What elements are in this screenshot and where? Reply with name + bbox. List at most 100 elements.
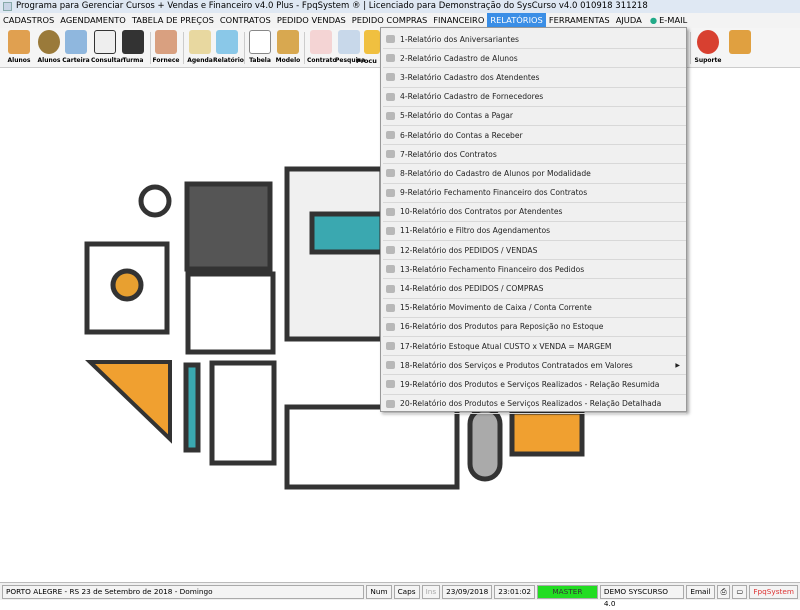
envelope [509, 409, 585, 457]
menu-item[interactable]: 17-Relatório Estoque Atual CUSTO x VENDA… [383, 337, 686, 357]
toolbar-agenda[interactable]: Agenda [186, 30, 214, 64]
printer-icon [386, 150, 395, 159]
document-icon [249, 30, 271, 54]
toolbar-suporte[interactable]: Suporte [694, 30, 722, 64]
status-user: MASTER [537, 584, 598, 599]
clock-icon [138, 184, 172, 218]
menu-item[interactable]: 12-Relatório dos PEDIDOS / VENDAS [383, 241, 686, 261]
menu-cadastros[interactable]: CADASTROS [0, 13, 57, 28]
title-bar: Programa para Gerenciar Cursos + Vendas … [0, 0, 800, 13]
menu-ajuda[interactable]: AJUDA [613, 13, 645, 28]
email-icon: ● [649, 15, 658, 25]
menu-relatorios[interactable]: RELATÓRIOS [487, 13, 546, 28]
printer-icon [386, 73, 395, 82]
status-location: PORTO ALEGRE - RS 23 de Setembro de 2018… [2, 584, 365, 599]
toolbar-exit[interactable] [726, 30, 754, 57]
printer-icon [216, 30, 238, 54]
toolbar-contrato[interactable]: Contrato [307, 30, 337, 64]
status-ins: Ins [421, 584, 441, 599]
toolbar-alunos-financeiro[interactable]: Alunos [35, 30, 63, 64]
folder-icon [364, 30, 380, 54]
exit-door-icon [729, 30, 751, 54]
menu-item[interactable]: 3-Relatório Cadastro dos Atendentes [383, 68, 686, 88]
menu-pedido-compras[interactable]: PEDIDO COMPRAS [349, 13, 431, 28]
window-title: Programa para Gerenciar Cursos + Vendas … [16, 1, 648, 11]
menu-item[interactable]: 2-Relatório Cadastro de Alunos [383, 49, 686, 69]
computer-icon[interactable]: ▭ [732, 584, 748, 599]
briefcase [184, 181, 273, 272]
menu-tabela-precos[interactable]: TABELA DE PREÇOS [129, 13, 217, 28]
menu-contratos[interactable]: CONTRATOS [217, 13, 274, 28]
pen-icon [310, 30, 332, 54]
status-time: 23:01:02 [494, 584, 535, 599]
menu-item[interactable]: 20-Relatório dos Produtos e Serviços Rea… [383, 395, 686, 414]
menu-item[interactable]: 13-Relatório Fechamento Financeiro dos P… [383, 260, 686, 280]
menu-item[interactable]: 11-Relatório e Filtro dos Agendamentos [383, 222, 686, 242]
status-brand[interactable]: FpqSystem [749, 584, 798, 599]
status-database: DEMO SYSCURSO 4.0 [599, 584, 685, 608]
menu-item[interactable]: 16-Relatório dos Produtos para Reposição… [383, 318, 686, 337]
printer-icon [386, 207, 395, 216]
menu-item[interactable]: 10-Relatório dos Contratos por Atendente… [383, 203, 686, 222]
keyboard [284, 404, 460, 490]
printer-icon [386, 111, 395, 120]
printer-icon[interactable]: ⎙ [716, 584, 731, 599]
menu-financeiro[interactable]: FINANCEIRO [430, 13, 487, 28]
mouse [467, 406, 503, 482]
menu-bar: CADASTROS AGENDAMENTO TABELA DE PREÇOS C… [0, 13, 800, 28]
status-bar: PORTO ALEGRE - RS 23 de Setembro de 2018… [0, 582, 800, 608]
menu-item[interactable]: 19-Relatório dos Produtos e Serviços Rea… [383, 375, 686, 395]
printer-icon [386, 246, 395, 255]
printer-icon [386, 226, 395, 235]
menu-item[interactable]: 5-Relatório do Contas a Pagar [383, 107, 686, 126]
calendar-icon [189, 30, 211, 54]
printer-icon [386, 284, 395, 293]
toolbar-relatorio[interactable]: Relatório [213, 30, 244, 64]
printer-icon [386, 399, 395, 408]
toolbar-tabela[interactable]: Tabela [246, 30, 274, 64]
printer-icon [386, 322, 395, 331]
menu-item[interactable]: 14-Relatório dos PEDIDOS / COMPRAS [383, 279, 686, 299]
menu-item[interactable]: 7-Relatório dos Contratos [383, 145, 686, 165]
id-card-icon [65, 30, 87, 54]
menu-item[interactable]: 15-Relatório Movimento de Caixa / Conta … [383, 299, 686, 318]
set-square [85, 360, 172, 444]
printer-icon [386, 303, 395, 312]
toolbar-consultar[interactable]: Consultar [91, 30, 124, 64]
toolbar-alunos[interactable]: Alunos [5, 30, 33, 64]
calculator-grid [185, 271, 276, 355]
toolbar-procurar[interactable]: Procu [356, 30, 380, 65]
menu-agendamento[interactable]: AGENDAMENTO [57, 13, 129, 28]
printer-icon [386, 380, 395, 389]
support-icon [697, 30, 719, 54]
menu-item[interactable]: 1-Relatório dos Aniversariantes [383, 30, 686, 50]
status-num: Num [366, 584, 392, 599]
status-caps: Caps [393, 584, 420, 599]
printer-icon [386, 92, 395, 101]
printer-icon [386, 54, 395, 63]
status-date: 23/09/2018 [442, 584, 493, 599]
menu-pedido-vendas[interactable]: PEDIDO VENDAS [274, 13, 349, 28]
menu-ferramentas[interactable]: FERRAMENTAS [546, 13, 613, 28]
printer-icon [386, 265, 395, 274]
status-email[interactable]: Email [686, 584, 715, 599]
toolbar-modelo[interactable]: Modelo [274, 30, 302, 64]
toolbar-fornece[interactable]: Fornece [152, 30, 180, 64]
scroll-icon [277, 30, 299, 54]
menu-item[interactable]: 8-Relatório do Cadastro de Alunos por Mo… [383, 164, 686, 184]
menu-item[interactable]: 9-Relatório Fechamento Financeiro dos Co… [383, 184, 686, 203]
submenu-arrow-icon: ▶ [675, 361, 680, 369]
id-badge-icon [94, 30, 116, 54]
printer-icon [386, 131, 395, 140]
menu-item[interactable]: 6-Relatório do Contas a Receber [383, 126, 686, 146]
toolbar-carteira[interactable]: Carteira [62, 30, 90, 64]
coin-icon [38, 30, 60, 54]
printer-icon [386, 188, 395, 197]
menu-item[interactable]: 4-Relatório Cadastro de Fornecedores [383, 88, 686, 107]
printer-icon [386, 169, 395, 178]
printer-icon [386, 342, 395, 351]
menu-item-submenu[interactable]: 18-Relatório dos Serviços e Produtos Con… [383, 356, 686, 376]
menu-email[interactable]: ● E-MAIL [645, 13, 690, 28]
printer-icon [386, 361, 395, 370]
toolbar-turma[interactable]: Turma [119, 30, 147, 64]
